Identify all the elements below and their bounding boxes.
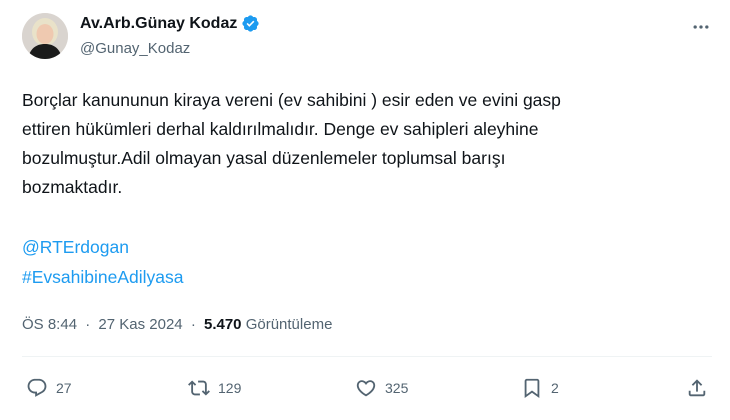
hashtag-link[interactable]: #EvsahibineAdilyasa	[22, 267, 184, 288]
tweet-date[interactable]: 27 Kas 2024	[98, 316, 182, 333]
reply-count: 27	[56, 380, 72, 396]
verified-badge-icon	[242, 15, 259, 32]
author-handle[interactable]: @Gunay_Kodaz	[80, 40, 190, 57]
meta-separator: ·	[85, 316, 91, 333]
views-count: 5.470	[203, 316, 242, 333]
tweet-text: Borçlar kanununun kiraya vereni (ev sahi…	[22, 86, 712, 202]
more-icon	[693, 25, 709, 29]
action-bar: 27 129 325 2	[0, 370, 730, 406]
tweet-line: bozmaktadır.	[22, 177, 123, 197]
meta-separator: ·	[190, 316, 196, 333]
retweet-icon	[188, 380, 210, 396]
tweet-line: bozulmuştur.Adil olmayan yasal düzenleme…	[22, 148, 506, 168]
views-label: Görüntüleme	[245, 316, 333, 333]
retweet-button[interactable]: 129	[188, 370, 241, 406]
display-name[interactable]: Av.Arb.Günay Kodaz	[80, 15, 237, 33]
share-icon	[688, 379, 706, 397]
avatar[interactable]	[22, 13, 68, 59]
tweet-meta: ÖS 8:44 · 27 Kas 2024 · 5.470 Görüntülem…	[22, 316, 332, 333]
like-button[interactable]: 325	[355, 370, 408, 406]
retweet-count: 129	[218, 380, 242, 396]
bookmark-count: 2	[551, 380, 559, 396]
reply-button[interactable]: 27	[26, 370, 72, 406]
like-count: 325	[385, 380, 409, 396]
more-button[interactable]	[690, 16, 712, 38]
bookmark-button[interactable]: 2	[521, 370, 559, 406]
tweet-line: Borçlar kanununun kiraya vereni (ev sahi…	[22, 90, 561, 110]
tweet-line: ettiren hükümleri derhal kaldırılmalıdır…	[22, 119, 539, 139]
tweet-time[interactable]: ÖS 8:44	[22, 316, 77, 333]
mention-link[interactable]: @RTErdogan	[22, 237, 129, 258]
author-name-row[interactable]: Av.Arb.Günay Kodaz	[80, 14, 260, 33]
divider	[22, 356, 712, 357]
like-icon	[356, 380, 376, 397]
reply-icon	[27, 378, 47, 397]
share-button[interactable]	[686, 370, 708, 406]
bookmark-icon	[524, 378, 540, 399]
